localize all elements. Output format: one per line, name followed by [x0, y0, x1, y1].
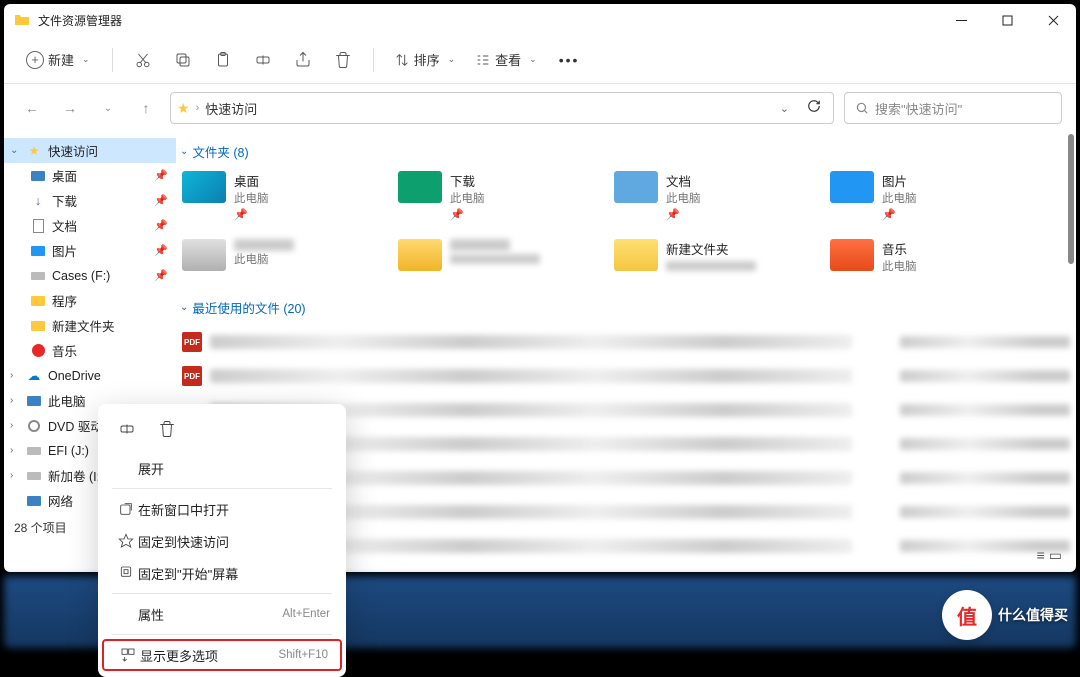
pdf-icon: PDF — [182, 332, 202, 352]
folder-icon — [614, 239, 658, 271]
rename-button[interactable] — [245, 42, 281, 78]
window-title: 文件资源管理器 — [38, 12, 938, 29]
folder-icon — [398, 171, 442, 203]
folder-icon — [182, 239, 226, 271]
folder-tile[interactable]: 下载此电脑📌 — [392, 167, 608, 235]
details-view-icon[interactable]: ▭ — [1049, 547, 1062, 564]
layout-icon — [475, 52, 491, 68]
pin-icon: 📌 — [154, 194, 168, 207]
copy-button[interactable] — [165, 42, 201, 78]
paste-button[interactable] — [205, 42, 241, 78]
addressbar[interactable]: ★ › 快速访问 ⌄ — [170, 92, 834, 124]
search-input[interactable]: 搜索"快速访问" — [844, 92, 1062, 124]
folder-icon — [14, 12, 30, 28]
chevron-down-icon: ⌄ — [180, 302, 188, 313]
chevron-icon: › — [10, 470, 20, 481]
folder-tile[interactable]: 音乐此电脑 — [824, 235, 1040, 288]
chevron-icon: › — [10, 420, 20, 431]
delete-icon[interactable] — [150, 414, 184, 444]
sidebar-item-图片[interactable]: 图片📌 — [4, 238, 176, 263]
chevron-down-icon: ⌄ — [82, 54, 90, 65]
pin-icon: 📌 — [234, 208, 269, 221]
menu-item[interactable]: 固定到快速访问 — [104, 525, 340, 557]
menu-item[interactable]: 展开 — [104, 452, 340, 484]
search-icon — [855, 101, 869, 115]
pin-icon: 📌 — [666, 208, 701, 221]
more-button[interactable]: ••• — [549, 46, 590, 74]
new-button[interactable]: + 新建 ⌄ — [16, 44, 100, 75]
sidebar-item-OneDrive[interactable]: ›☁OneDrive — [4, 363, 176, 388]
chevron-down-icon: ⌄ — [180, 146, 188, 157]
chevron-down-icon: ⌄ — [529, 54, 537, 65]
menu-item[interactable]: 在新窗口中打开 — [104, 493, 340, 525]
folder-icon — [614, 171, 658, 203]
plus-icon: + — [26, 51, 44, 69]
pin-icon: 📌 — [882, 208, 917, 221]
rename-icon[interactable] — [110, 414, 144, 444]
navbar: ← → ⌄ ↑ ★ › 快速访问 ⌄ 搜索"快速访问" — [4, 84, 1076, 132]
chevron-icon: ⌄ — [10, 145, 20, 156]
folder-tile[interactable] — [392, 235, 608, 288]
recent-section-header[interactable]: ⌄ 最近使用的文件 (20) — [176, 288, 1076, 323]
sidebar-item-程序[interactable]: 程序 — [4, 288, 176, 313]
folder-tile[interactable]: 桌面此电脑📌 — [176, 167, 392, 235]
view-button[interactable]: 查看 ⌄ — [467, 44, 545, 75]
star-icon: ★ — [177, 100, 190, 117]
chevron-down-icon[interactable]: ⌄ — [94, 94, 122, 122]
maximize-button[interactable] — [984, 4, 1030, 36]
menu-item[interactable]: 固定到"开始"屏幕 — [104, 557, 340, 589]
menu-item[interactable]: 显示更多选项Shift+F10 — [102, 639, 342, 671]
pin-icon: 📌 — [450, 208, 485, 221]
pin-icon: 📌 — [154, 219, 168, 232]
toolbar: + 新建 ⌄ 排序 ⌄ 查看 ⌄ ••• — [4, 36, 1076, 84]
context-menu: 展开在新窗口中打开固定到快速访问固定到"开始"屏幕属性Alt+Enter 显示更多… — [98, 404, 346, 677]
folder-tile[interactable]: 此电脑 — [176, 235, 392, 288]
watermark: 值 什么值得买 — [942, 590, 1068, 640]
up-button[interactable]: ↑ — [132, 94, 160, 122]
cut-button[interactable] — [125, 42, 161, 78]
back-button[interactable]: ← — [18, 94, 46, 122]
folder-icon — [398, 239, 442, 271]
chevron-down-icon[interactable]: ⌄ — [774, 102, 795, 115]
minimize-button[interactable] — [938, 4, 984, 36]
folder-tile[interactable]: 图片此电脑📌 — [824, 167, 1040, 235]
close-button[interactable] — [1030, 4, 1076, 36]
refresh-button[interactable] — [801, 99, 827, 118]
delete-button[interactable] — [325, 42, 361, 78]
folders-section-header[interactable]: ⌄ 文件夹 (8) — [176, 132, 1076, 167]
sidebar-item-桌面[interactable]: 桌面📌 — [4, 163, 176, 188]
sidebar-item-快速访问[interactable]: ⌄★快速访问 — [4, 138, 176, 163]
menu-item[interactable]: 属性Alt+Enter — [104, 598, 340, 630]
chevron-icon: › — [10, 370, 20, 381]
sidebar-item-新建文件夹[interactable]: 新建文件夹 — [4, 313, 176, 338]
chevron-icon: › — [10, 445, 20, 456]
sort-icon — [394, 52, 410, 68]
sidebar-item-音乐[interactable]: 音乐 — [4, 338, 176, 363]
folder-icon — [182, 171, 226, 203]
folder-icon — [830, 171, 874, 203]
sort-button[interactable]: 排序 ⌄ — [386, 44, 464, 75]
forward-button[interactable]: → — [56, 94, 84, 122]
pin-icon: 📌 — [154, 269, 168, 282]
pdf-icon: PDF — [182, 366, 202, 386]
folder-icon — [830, 239, 874, 271]
file-row[interactable]: PDF — [176, 359, 1076, 393]
folder-tile[interactable]: 新建文件夹 — [608, 235, 824, 288]
titlebar: 文件资源管理器 — [4, 4, 1076, 36]
sidebar-item-Cases (F:)[interactable]: Cases (F:)📌 — [4, 263, 176, 288]
list-view-icon[interactable]: ≡ — [1037, 547, 1045, 564]
sidebar-item-文档[interactable]: 文档📌 — [4, 213, 176, 238]
pin-icon: 📌 — [154, 244, 168, 257]
chevron-down-icon: ⌄ — [448, 54, 456, 65]
scrollbar[interactable] — [1066, 134, 1074, 532]
chevron-icon: › — [10, 395, 20, 406]
file-row[interactable]: PDF — [176, 325, 1076, 359]
folder-tile[interactable]: 文档此电脑📌 — [608, 167, 824, 235]
share-button[interactable] — [285, 42, 321, 78]
sidebar-item-下载[interactable]: ↓下载📌 — [4, 188, 176, 213]
pin-icon: 📌 — [154, 169, 168, 182]
